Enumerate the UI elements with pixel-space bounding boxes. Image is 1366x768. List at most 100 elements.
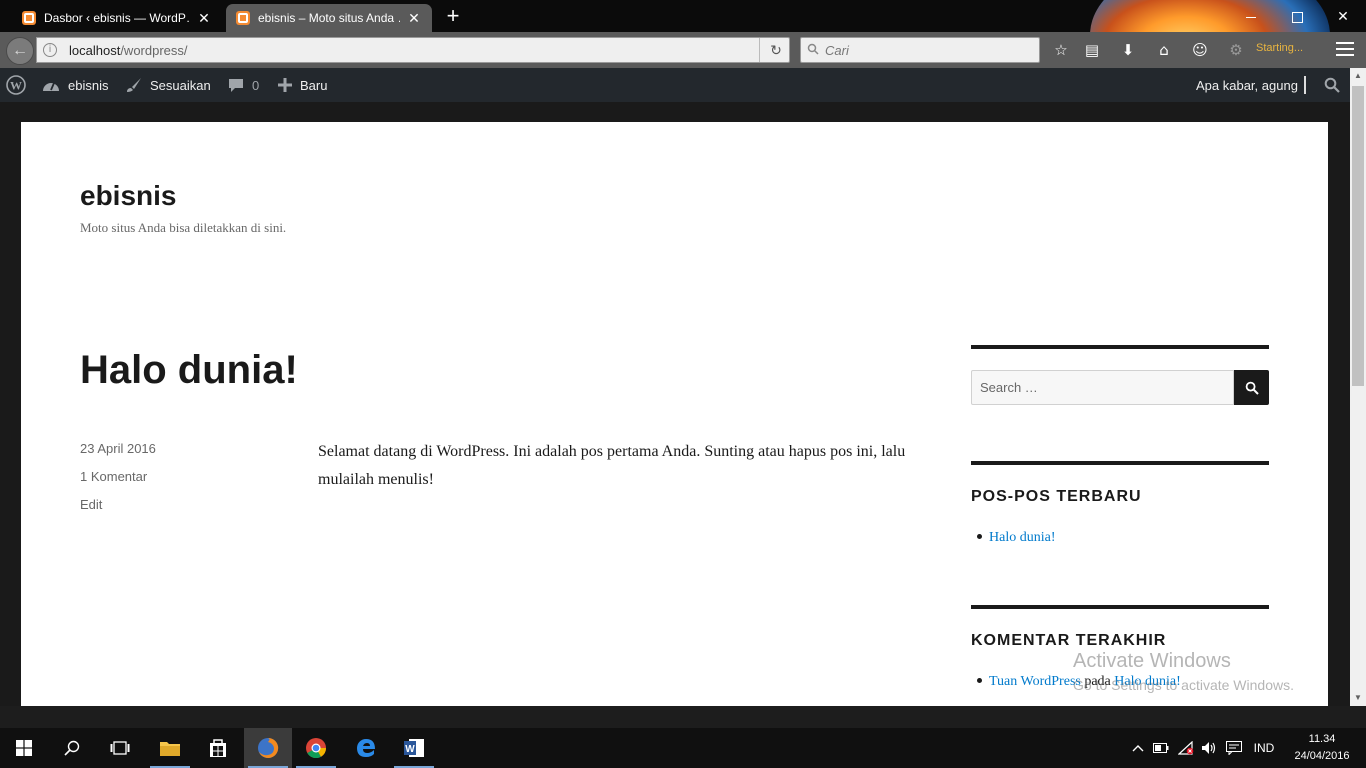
activate-windows-watermark: Activate Windows — [1073, 650, 1231, 672]
clock-time: 11.34 — [1308, 733, 1336, 745]
new-label: Baru — [300, 77, 328, 93]
plus-icon — [278, 78, 292, 92]
xampp-favicon-icon — [22, 11, 36, 25]
tray-chevron-up-icon[interactable] — [1128, 728, 1148, 768]
scroll-up-icon[interactable]: ▲ — [1350, 68, 1366, 84]
smiley-feedback-icon[interactable]: ☺ — [1190, 40, 1210, 60]
page-scrollbar[interactable]: ▲ ▼ — [1350, 68, 1366, 706]
tab-dashboard[interactable]: Dasbor ‹ ebisnis — WordP… ✕ — [12, 4, 222, 32]
window-close-button[interactable]: ✕ — [1320, 2, 1366, 30]
back-arrow-icon[interactable]: ← — [6, 37, 34, 65]
search-placeholder: Cari — [825, 43, 849, 58]
adminbar-account-link[interactable]: Apa kabar, agung — [1196, 68, 1306, 102]
post-content: Selamat datang di WordPress. Ini adalah … — [318, 443, 906, 488]
reading-list-icon[interactable]: ▤ — [1082, 40, 1102, 60]
dashboard-gauge-icon — [42, 78, 60, 92]
taskbar-search-icon[interactable] — [48, 728, 96, 768]
firefox-icon[interactable] — [244, 728, 292, 768]
tab-ebisnis[interactable]: ebisnis – Moto situs Anda … ✕ — [226, 4, 432, 32]
reload-icon[interactable]: ↻ — [767, 41, 785, 59]
wordpress-logo-icon[interactable]: W — [6, 68, 30, 102]
taskbar-clock[interactable]: 11.34 24/04/2016 — [1290, 731, 1354, 765]
list-bullet — [977, 534, 982, 540]
browser-titlebar: Dasbor ‹ ebisnis — WordP… ✕ ebisnis – Mo… — [0, 0, 1366, 32]
search-icon — [807, 43, 819, 55]
windows-start-icon[interactable] — [0, 728, 48, 768]
browser-navbar: ← i localhost/wordpress/ ↻ Cari ☆ ▤ ⬇ ⌂ … — [0, 32, 1366, 68]
comment-author-link[interactable]: Tuan WordPress — [989, 674, 1081, 689]
recent-posts-title: POS-POS TERBARU — [971, 488, 1142, 505]
browser-search-bar[interactable]: Cari — [800, 37, 1040, 63]
tab-title: Dasbor ‹ ebisnis — WordP… — [44, 11, 190, 25]
scroll-down-icon[interactable]: ▼ — [1350, 690, 1366, 706]
paintbrush-icon — [126, 77, 142, 93]
site-info-icon[interactable]: i — [43, 43, 57, 57]
adminbar-search-icon[interactable] — [1324, 68, 1344, 102]
network-disconnected-icon[interactable] — [1174, 728, 1198, 768]
comment-bubble-icon — [228, 77, 244, 93]
action-center-icon[interactable] — [1222, 728, 1246, 768]
list-bullet — [977, 678, 982, 684]
site-description: Moto situs Anda bisa diletakkan di sini. — [80, 220, 287, 235]
window-minimize-button[interactable] — [1228, 2, 1274, 30]
howdy-text: Apa kabar, agung — [1196, 77, 1298, 93]
recent-comments-title: KOMENTAR TERAKHIR — [971, 632, 1167, 649]
scrollbar-thumb[interactable] — [1352, 86, 1364, 386]
gear-icon[interactable]: ⚙ — [1226, 40, 1246, 60]
url-bar[interactable]: i localhost/wordpress/ ↻ — [36, 37, 790, 63]
url-path: /wordpress/ — [120, 43, 188, 58]
post-edit-link[interactable]: Edit — [80, 497, 102, 512]
status-text: Starting... — [1256, 42, 1304, 54]
svg-text:W: W — [405, 744, 415, 755]
edge-icon[interactable] — [342, 728, 390, 768]
windows-taskbar: W IND 11.34 24/04/2016 — [0, 728, 1366, 768]
task-view-icon[interactable] — [96, 728, 144, 768]
search-placeholder: Search … — [980, 380, 1038, 395]
sidebar-search-input[interactable]: Search … — [971, 370, 1234, 405]
chrome-icon[interactable] — [292, 728, 340, 768]
tab-title: ebisnis – Moto situs Anda … — [258, 11, 400, 25]
activate-windows-hint: Go to Settings to activate Windows. — [1073, 677, 1294, 693]
post-comments-link[interactable]: 1 Komentar — [80, 469, 147, 484]
downloads-arrow-icon[interactable]: ⬇ — [1118, 40, 1138, 60]
xampp-favicon-icon — [236, 11, 250, 25]
search-icon — [1245, 381, 1259, 395]
post-date[interactable]: 23 April 2016 — [80, 441, 156, 456]
url-separator — [759, 38, 760, 62]
url-host: localhost — [69, 43, 121, 58]
new-tab-plus-icon[interactable]: + — [442, 5, 464, 27]
post-title[interactable]: Halo dunia! — [80, 348, 298, 393]
adminbar-comments-link[interactable]: 0 — [228, 68, 259, 102]
clock-date: 24/04/2016 — [1294, 750, 1350, 762]
file-explorer-icon[interactable] — [146, 728, 194, 768]
recent-posts-list: Halo dunia! — [971, 530, 1055, 546]
tab-close-icon[interactable]: ✕ — [196, 10, 212, 27]
word-icon[interactable]: W — [390, 728, 438, 768]
page-viewport: ebisnis Moto situs Anda bisa diletakkan … — [0, 102, 1350, 706]
widget-divider — [971, 461, 1269, 465]
adminbar-site-link[interactable]: ebisnis — [42, 68, 108, 102]
site-title[interactable]: ebisnis — [80, 180, 176, 212]
home-icon[interactable]: ⌂ — [1154, 40, 1174, 60]
customize-label: Sesuaikan — [150, 77, 211, 93]
site-name: ebisnis — [68, 77, 109, 93]
url-text[interactable]: localhost/wordpress/ — [69, 43, 188, 58]
widget-divider — [971, 345, 1269, 349]
adminbar-new-link[interactable]: Baru — [278, 68, 327, 102]
sidebar-search-button[interactable] — [1234, 370, 1269, 405]
comments-count: 0 — [252, 77, 260, 93]
adminbar-customize-link[interactable]: Sesuaikan — [126, 68, 211, 102]
volume-icon[interactable] — [1198, 728, 1220, 768]
language-indicator[interactable]: IND — [1248, 728, 1280, 768]
window-maximize-button[interactable] — [1274, 2, 1320, 30]
store-icon[interactable] — [194, 728, 242, 768]
avatar — [1303, 76, 1306, 94]
widget-divider — [971, 605, 1269, 609]
menu-hamburger-icon[interactable] — [1336, 42, 1354, 58]
battery-icon[interactable] — [1150, 728, 1172, 768]
tab-close-icon[interactable]: ✕ — [406, 10, 422, 27]
bookmark-star-icon[interactable]: ☆ — [1051, 40, 1071, 60]
recent-post-link[interactable]: Halo dunia! — [989, 530, 1055, 545]
svg-text:W: W — [10, 79, 22, 93]
site-page: ebisnis Moto situs Anda bisa diletakkan … — [21, 122, 1328, 706]
